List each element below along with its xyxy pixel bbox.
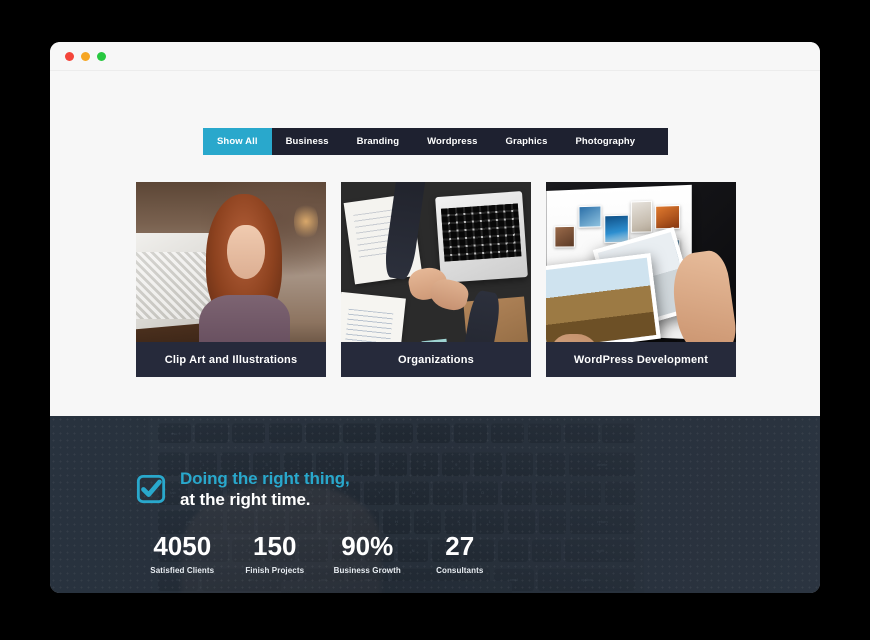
stats-counter-row: 4050 Satisfied Clients 150 Finish Projec… [136,533,506,575]
portfolio-card[interactable]: Organizations [341,182,531,377]
stat-value: 90% [341,530,394,561]
tagline-line-1: Doing the right thing, [180,469,350,488]
stat-label: Business Growth [333,565,401,575]
stat-label: Satisfied Clients [150,565,215,575]
portfolio-card[interactable]: Clip Art and Illustrations [136,182,326,377]
banner-content: Doing the right thing, at the right time… [50,416,820,575]
stat-label: Finish Projects [245,565,305,575]
card-caption: WordPress Development [546,342,736,377]
tagline-line-2: at the right time. [180,490,311,510]
filter-tab-graphics[interactable]: Graphics [491,128,561,155]
filter-tab-photography[interactable]: Photography [561,128,649,155]
checkbox-check-icon [136,475,166,504]
window-close-button[interactable] [65,51,74,61]
stat-item: 90% Business Growth [321,533,414,575]
portfolio-card[interactable]: WordPress Development [546,182,736,377]
filter-tab-branding[interactable]: Branding [343,128,414,155]
portfolio-filter-bar: Show All Business Branding Wordpress Gra… [203,128,668,155]
banner-tagline: Doing the right thing, at the right time… [136,468,820,511]
window-titlebar [50,42,820,70]
card-caption: Organizations [341,342,531,377]
stat-value: 27 [445,530,475,561]
window-minimize-button[interactable] [81,51,90,61]
stat-label: Consultants [436,565,484,575]
card-caption: Clip Art and Illustrations [136,342,326,377]
stat-item: 27 Consultants [414,533,507,575]
filter-tab-business[interactable]: Business [272,128,343,155]
portfolio-card-grid: Clip Art and Illustrations Organizations [136,182,736,377]
stats-banner: esc~1234567890-=deletetabQWERTYUIOP[]\ca… [50,416,820,593]
stat-item: 150 Finish Projects [229,533,322,575]
filter-tab-show-all[interactable]: Show All [203,128,272,155]
filter-tab-wordpress[interactable]: Wordpress [413,128,491,155]
stat-value: 4050 [153,530,212,561]
portfolio-section: Show All Business Branding Wordpress Gra… [50,70,820,416]
stat-item: 4050 Satisfied Clients [136,533,229,575]
stat-value: 150 [253,530,297,561]
window-maximize-button[interactable] [97,51,106,61]
browser-window: Show All Business Branding Wordpress Gra… [50,42,820,593]
